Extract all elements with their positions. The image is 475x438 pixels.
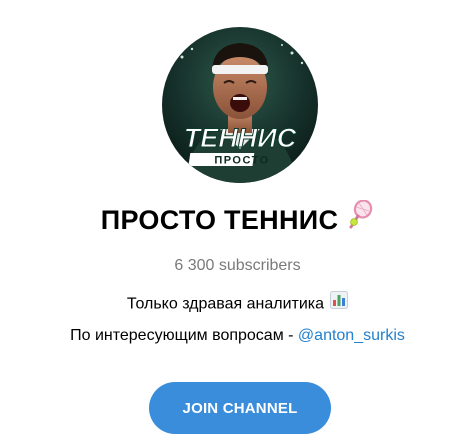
contact-mention-link[interactable]: @anton_surkis <box>298 327 405 344</box>
channel-avatar[interactable]: ТЕННИС ПРОСТО <box>162 27 318 183</box>
avatar-logo-line1: ТЕННИС <box>184 123 297 153</box>
tennis-racket-icon <box>348 199 374 237</box>
description-line-2: По интересующим вопросам - @anton_surkis <box>0 327 475 345</box>
avatar-logo-line2: ПРОСТО <box>214 155 269 167</box>
join-channel-button[interactable]: JOIN CHANNEL <box>149 382 331 434</box>
bar-chart-icon <box>330 291 349 314</box>
avatar-image: ТЕННИС ПРОСТО <box>162 27 318 183</box>
channel-title: ПРОСТО ТЕННИС <box>0 199 475 237</box>
contact-prefix: По интересующим вопросам - <box>70 327 298 344</box>
subscriber-count: 6 300 subscribers <box>174 257 301 274</box>
description-text: Только здравая аналитика <box>126 295 325 313</box>
description-line-1: Только здравая аналитика <box>0 291 475 314</box>
channel-preview: ТЕННИС ПРОСТО ПРОСТО ТЕННИС 6 300 subscr… <box>0 0 475 438</box>
channel-name: ПРОСТО ТЕННИС <box>100 205 339 235</box>
